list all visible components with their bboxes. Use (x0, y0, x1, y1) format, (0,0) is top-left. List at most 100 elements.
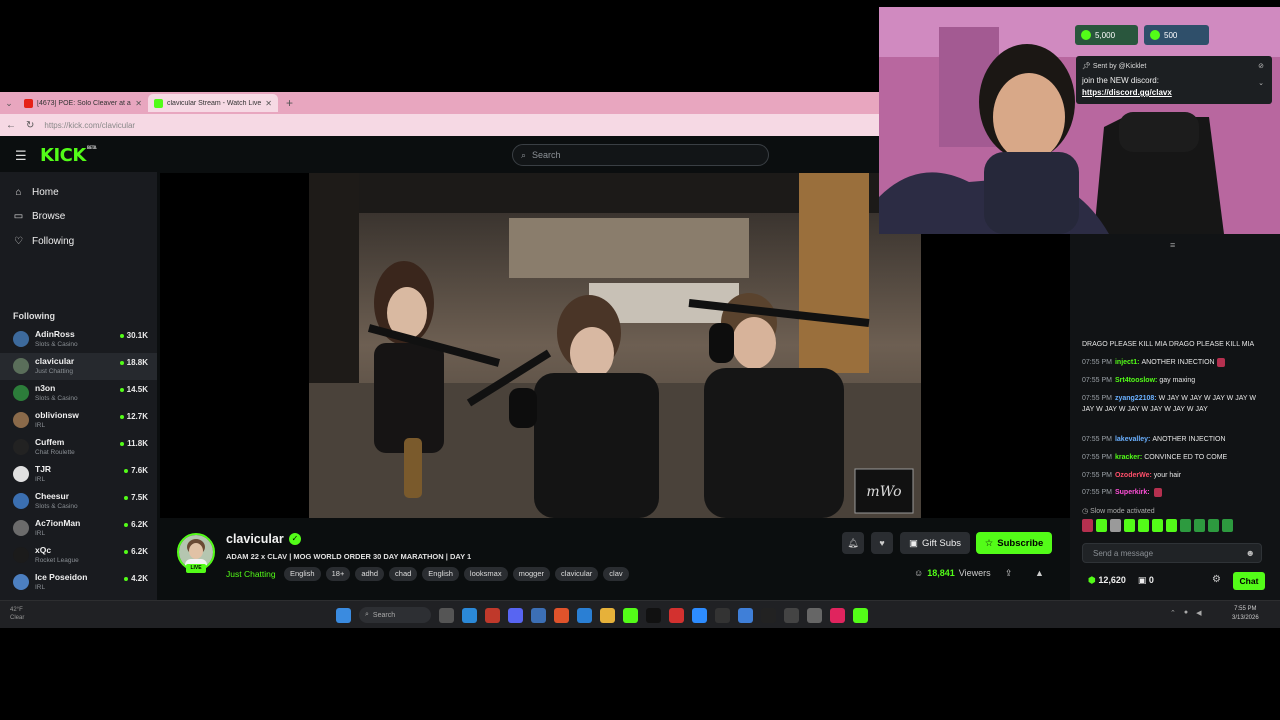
emote-icon[interactable] (1166, 519, 1177, 532)
chat-goal-2[interactable]: 500 (1144, 25, 1209, 45)
sidebar-following[interactable]: ♡ Following (13, 236, 74, 247)
capcut-icon[interactable] (715, 607, 730, 623)
chat-collapse-icon[interactable]: ≡ (1170, 240, 1175, 250)
channel-name: clavicular (35, 356, 75, 366)
menu-icon[interactable]: ☰ (15, 148, 27, 164)
message-user[interactable]: kracker: (1115, 454, 1142, 461)
message-user[interactable]: lakevalley: (1115, 436, 1150, 443)
weather-widget[interactable]: 42°F Clear (10, 606, 24, 622)
streamer-name[interactable]: clavicular (226, 532, 284, 546)
emote-icon[interactable] (1124, 519, 1135, 532)
stream-category[interactable]: Just Chatting (226, 569, 276, 579)
emote-icon[interactable] (1194, 519, 1205, 532)
browser-tab-youtube[interactable]: [4673] POE: Solo Cleaver at a ✕ (18, 94, 148, 112)
url-field[interactable]: https://kick.com/clavicular (44, 121, 135, 130)
stream-tag[interactable]: chad (389, 567, 418, 581)
sidebar-channel-ac7ionman[interactable]: Ac7ionMan IRL 6.2K (0, 515, 157, 542)
pinned-link[interactable]: https://discord.gg/clavx (1082, 88, 1172, 97)
video-player[interactable]: mWo (309, 173, 921, 518)
folder-icon[interactable] (600, 607, 615, 623)
emote-icon[interactable] (1208, 519, 1219, 532)
stream-tag[interactable]: clav (603, 567, 629, 581)
share-icon[interactable]: ⇪ (1005, 568, 1013, 579)
firefox-icon[interactable] (554, 607, 569, 623)
notification-bell-button[interactable]: 🔔︎ (842, 532, 864, 554)
message-user[interactable]: Superkirk: (1115, 489, 1150, 496)
speaker-icon[interactable]: ◀ (1196, 609, 1201, 617)
sidebar-browse[interactable]: ▭ Browse (13, 211, 66, 222)
sidebar-channel-cheesur[interactable]: Cheesur Slots & Casino 7.5K (0, 488, 157, 515)
goal-icon (1081, 30, 1091, 40)
sidebar-home[interactable]: ⌂ Home (13, 187, 58, 198)
message-user[interactable]: OzoderWe: (1115, 472, 1152, 479)
emote-icon[interactable] (1180, 519, 1191, 532)
kick-icon[interactable] (623, 607, 638, 623)
browser-tab-kick[interactable]: clavicular Stream - Watch Live ✕ (148, 94, 278, 112)
messenger-icon[interactable] (692, 607, 707, 623)
stream-tag[interactable]: mogger (512, 567, 551, 581)
kick-icon[interactable] (853, 607, 868, 623)
windows-start-icon[interactable] (336, 607, 351, 623)
mic-icon[interactable]: ● (1184, 609, 1188, 617)
stream-tag[interactable]: English (422, 567, 459, 581)
app-icon[interactable] (784, 607, 799, 623)
stream-tag[interactable]: looksmax (463, 567, 508, 581)
emote-icon[interactable] (1110, 519, 1121, 532)
emote-icon[interactable] (1082, 519, 1093, 532)
app-icon[interactable] (577, 607, 592, 623)
tiktok-studio-icon[interactable] (830, 607, 845, 623)
taskbar-clock[interactable]: 7:55 PM 3/13/2026 (1232, 605, 1259, 623)
gift-subs-button[interactable]: ▣ Gift Subs (900, 532, 970, 554)
back-icon[interactable]: ← (6, 120, 16, 131)
opera-icon[interactable] (669, 607, 684, 623)
reload-icon[interactable]: ↻ (26, 120, 34, 131)
discord-icon[interactable] (508, 607, 523, 623)
store-icon[interactable] (531, 607, 546, 623)
chevron-down-icon[interactable]: ⌄ (1258, 79, 1264, 87)
close-tab-icon[interactable]: ✕ (135, 99, 142, 108)
edge-icon[interactable] (462, 607, 477, 623)
unpin-icon[interactable]: ⊘ (1258, 62, 1264, 70)
stream-tag[interactable]: 18+ (325, 567, 351, 581)
gear-icon[interactable]: ⚙ (1212, 574, 1221, 585)
sidebar-channel-tjr[interactable]: TJR IRL 7.6K (0, 461, 157, 488)
emote-icon[interactable] (1096, 519, 1107, 532)
report-icon[interactable]: ▲ (1035, 568, 1044, 578)
taskbar-search[interactable]: ⌕ Search (359, 607, 431, 623)
sidebar-channel-cuffem[interactable]: Cuffem Chat Roulette 11.8K (0, 434, 157, 461)
tab-list-icon[interactable]: ⌄ (0, 98, 18, 109)
chrome-icon[interactable] (485, 607, 500, 623)
subscribe-button[interactable]: ☆ Subscribe (976, 532, 1052, 554)
chevron-up-icon[interactable]: ⌃ (1170, 609, 1176, 617)
kick-logo[interactable]: KICKBETA (40, 145, 97, 166)
obs-icon[interactable] (761, 607, 776, 623)
new-tab-button[interactable]: + (278, 96, 301, 110)
message-user[interactable]: Srt4tooslow: (1115, 377, 1157, 384)
message-user[interactable]: inject1: (1115, 359, 1140, 366)
chat-input[interactable]: Send a message ☻ (1082, 543, 1262, 563)
stream-tag[interactable]: adhd (355, 567, 385, 581)
follow-heart-button[interactable]: ♥ (871, 532, 893, 554)
stream-tag[interactable]: clavicular (555, 567, 599, 581)
emoji-icon[interactable]: ☻ (1246, 548, 1255, 558)
emote-icon[interactable] (1138, 519, 1149, 532)
sidebar-channel-xqc[interactable]: xQc Rocket League 6.2K (0, 542, 157, 569)
chat-goal-1[interactable]: 5,000 (1075, 25, 1138, 45)
stream-tag[interactable]: English (284, 567, 321, 581)
task-view-icon[interactable] (439, 607, 454, 623)
message-user[interactable]: zyang22108: (1115, 395, 1157, 402)
chat-send-button[interactable]: Chat (1233, 572, 1265, 590)
sidebar-channel-oblivionsw[interactable]: oblivionsw IRL 12.7K (0, 407, 157, 434)
search-input[interactable]: ⌕ Search (512, 144, 769, 166)
emote-icon[interactable] (1222, 519, 1233, 532)
tiktok-icon[interactable] (646, 607, 661, 623)
sidebar-channel-clavicular[interactable]: clavicular Just Chatting 18.8K (0, 353, 157, 380)
emote-icon[interactable] (1152, 519, 1163, 532)
sidebar-channel-ice-poseidon[interactable]: Ice Poseidon IRL 4.2K (0, 569, 157, 596)
settings-icon[interactable] (807, 607, 822, 623)
app-icon[interactable] (738, 607, 753, 623)
sidebar-channel-n3on[interactable]: n3on Slots & Casino 14.5K (0, 380, 157, 407)
gift-subs-label: Gift Subs (921, 537, 962, 549)
sidebar-channel-adinross[interactable]: AdinRoss Slots & Casino 30.1K (0, 326, 157, 353)
close-tab-icon[interactable]: ✕ (265, 99, 272, 108)
